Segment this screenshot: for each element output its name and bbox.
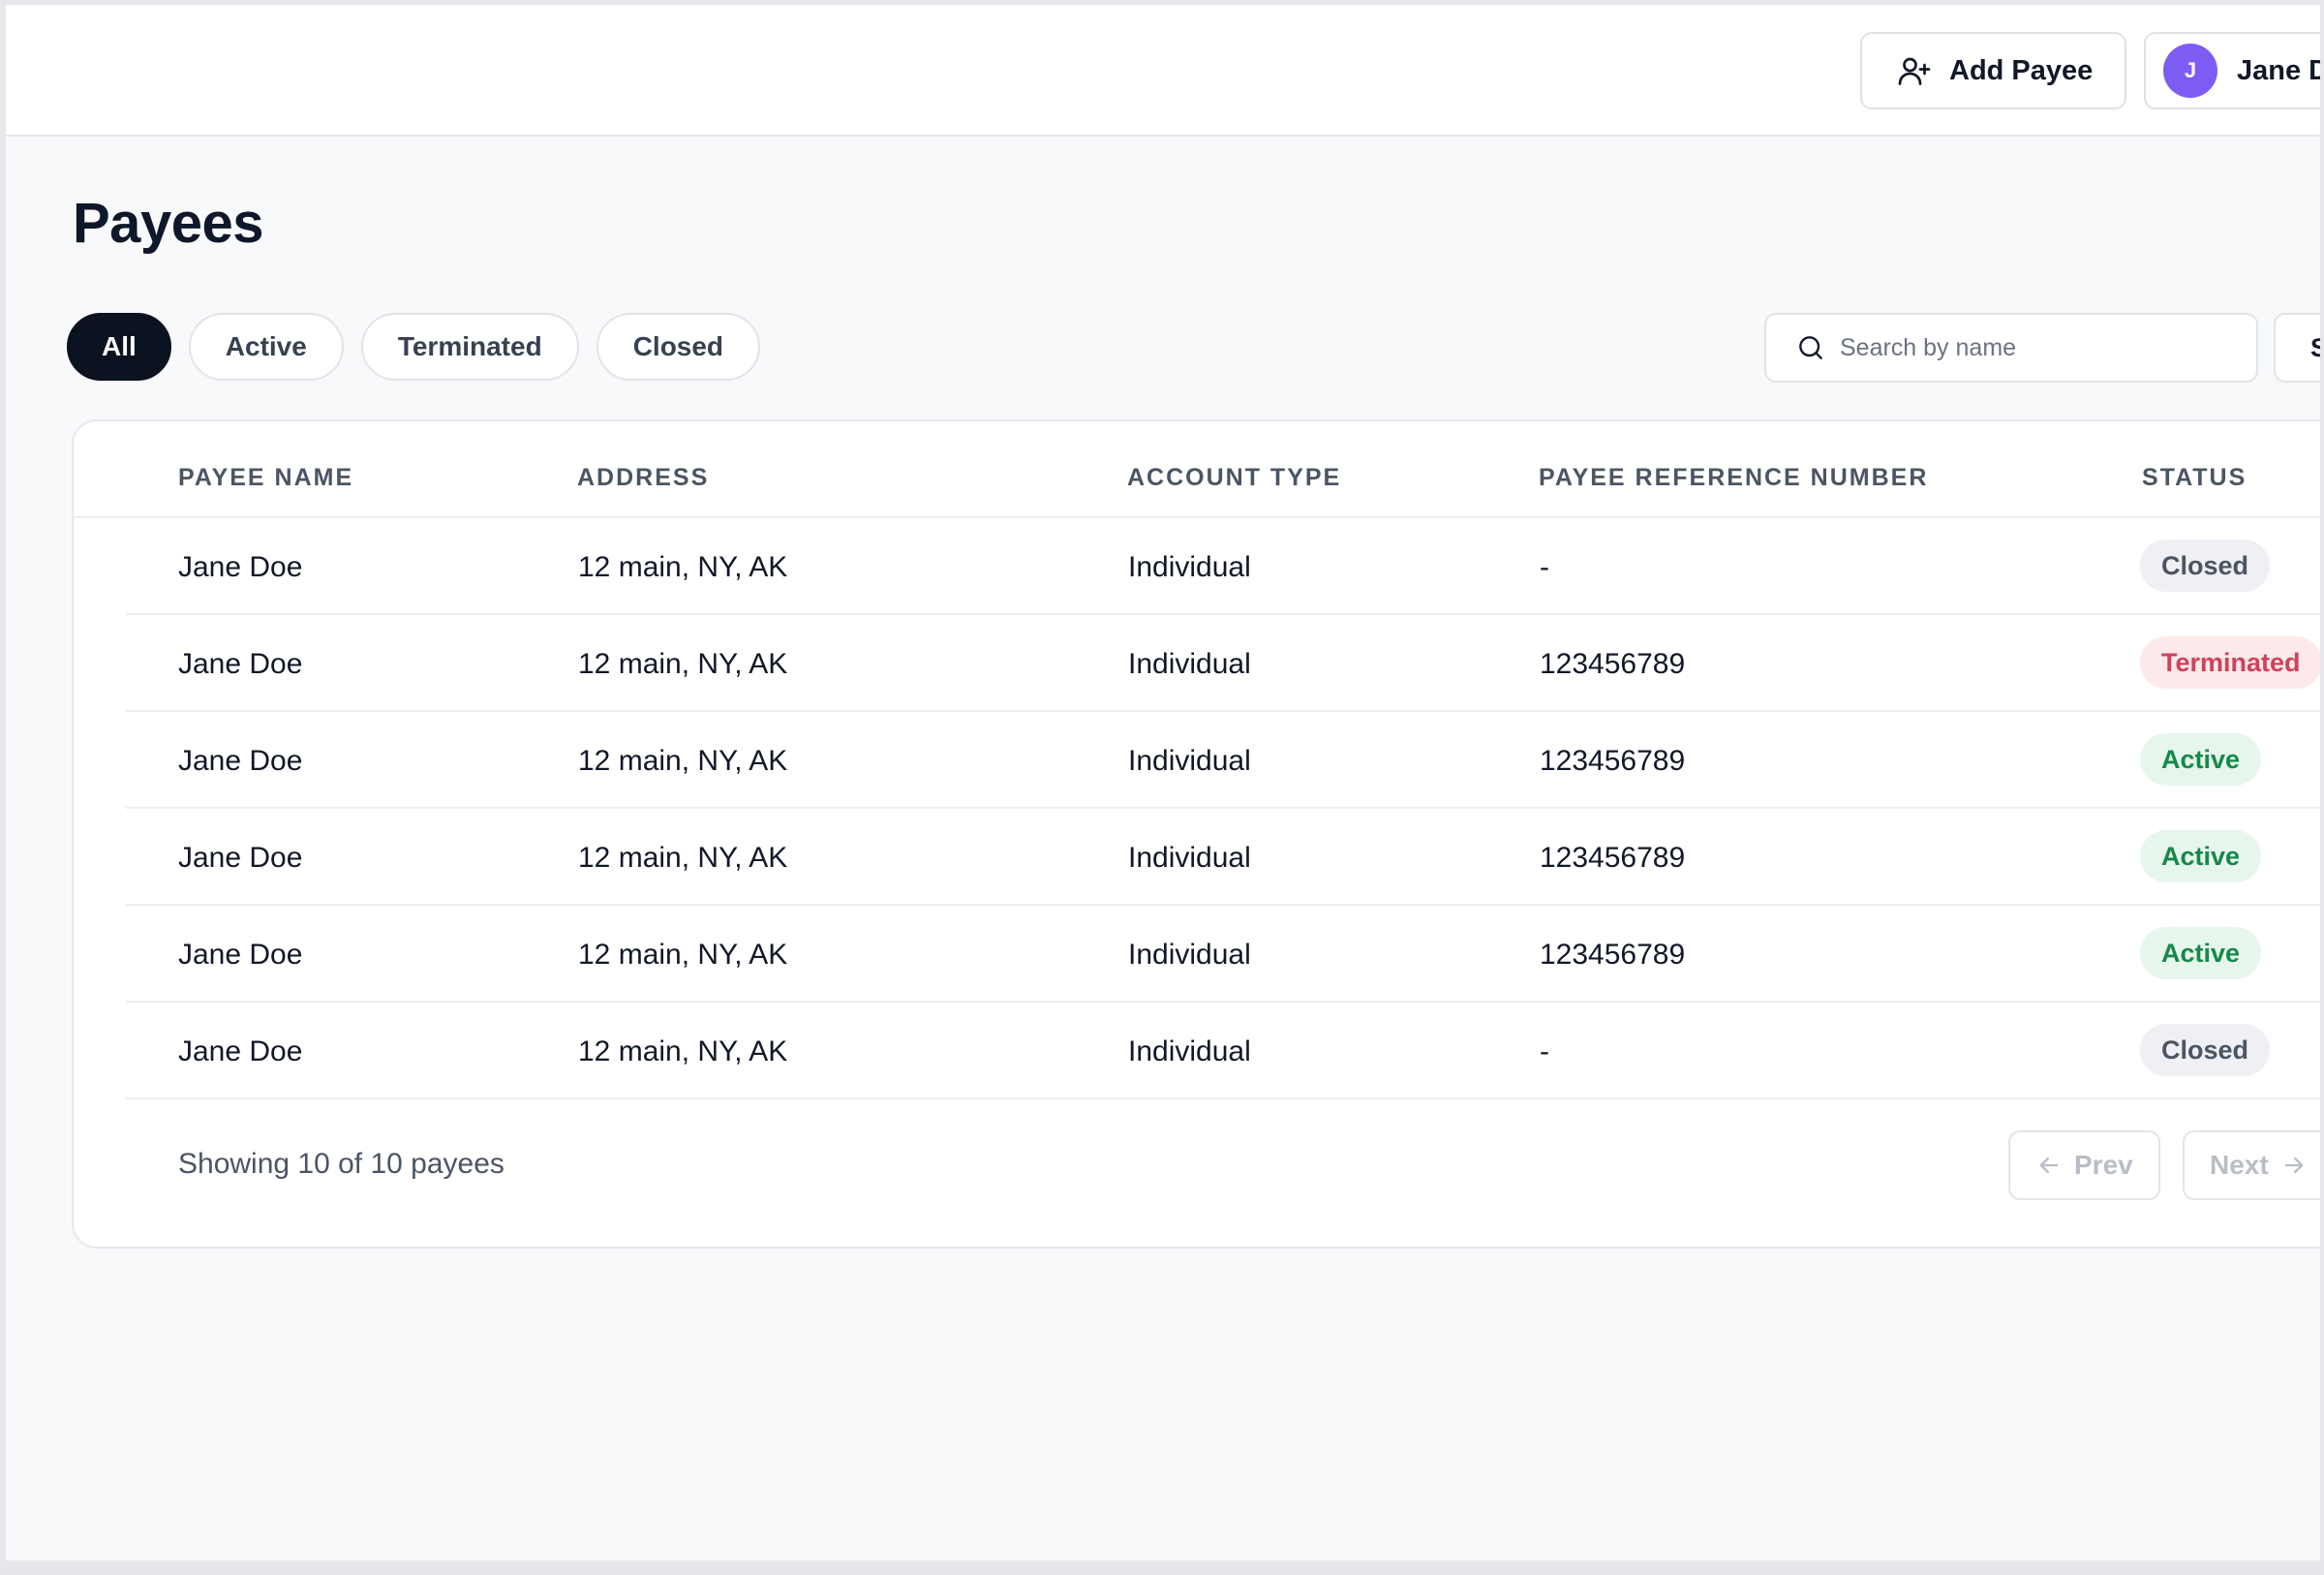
search-box[interactable] bbox=[1764, 313, 2258, 383]
user-menu-button[interactable]: J Jane Doe bbox=[2144, 32, 2320, 109]
cell-reference-number: 123456789 bbox=[1540, 939, 1686, 971]
cell-reference-number: - bbox=[1540, 551, 1549, 583]
cell-payee-name: Jane Doe bbox=[178, 648, 303, 680]
table-row[interactable]: Jane Doe 12 main, NY, AK Individual - Cl… bbox=[126, 1003, 2320, 1099]
user-name: Jane Doe bbox=[2237, 54, 2320, 86]
app-window: Add Payee J Jane Doe Payees All Active T… bbox=[5, 5, 2320, 1560]
status-badge: Active bbox=[2140, 733, 2262, 786]
pagination-summary: Showing 10 of 10 payees bbox=[178, 1148, 505, 1180]
cell-account-type: Individual bbox=[1128, 551, 1251, 583]
search-input[interactable] bbox=[1838, 332, 2248, 363]
arrow-right-icon bbox=[2284, 1157, 2304, 1174]
table-row[interactable]: Jane Doe 12 main, NY, AK Individual 1234… bbox=[126, 712, 2320, 809]
status-filter-tabs: All Active Terminated Closed bbox=[67, 313, 761, 381]
user-plus-icon bbox=[1898, 57, 1931, 85]
table-header: PAYEE NAME ADDRESS ACCOUNT TYPE PAYEE RE… bbox=[74, 421, 2320, 518]
filter-tab-all[interactable]: All bbox=[67, 313, 171, 381]
cell-payee-name: Jane Doe bbox=[178, 1035, 303, 1067]
status-badge: Active bbox=[2140, 830, 2262, 882]
cell-account-type: Individual bbox=[1128, 1035, 1251, 1067]
cell-address: 12 main, NY, AK bbox=[578, 842, 788, 874]
filter-tab-terminated[interactable]: Terminated bbox=[360, 313, 579, 381]
status-badge: Closed bbox=[2140, 1024, 2271, 1076]
table-row[interactable]: Jane Doe 12 main, NY, AK Individual - Cl… bbox=[126, 518, 2320, 615]
cell-reference-number: 123456789 bbox=[1540, 842, 1686, 874]
cell-reference-number: 123456789 bbox=[1540, 648, 1686, 680]
cell-address: 12 main, NY, AK bbox=[578, 1035, 788, 1067]
avatar: J bbox=[2163, 44, 2217, 98]
cell-payee-name: Jane Doe bbox=[178, 939, 303, 971]
status-badge: Terminated bbox=[2140, 636, 2320, 689]
sort-button[interactable]: Sort bbox=[2274, 313, 2320, 383]
column-header-status[interactable]: STATUS bbox=[2142, 464, 2247, 492]
cell-payee-name: Jane Doe bbox=[178, 745, 303, 777]
cell-account-type: Individual bbox=[1128, 745, 1251, 777]
status-badge: Closed bbox=[2140, 540, 2271, 592]
add-payee-label: Add Payee bbox=[1949, 54, 2094, 86]
column-header-payee-name[interactable]: PAYEE NAME bbox=[178, 464, 353, 492]
table-row[interactable]: Jane Doe 12 main, NY, AK Individual 1234… bbox=[126, 809, 2320, 906]
next-label: Next bbox=[2210, 1150, 2269, 1180]
cell-account-type: Individual bbox=[1128, 648, 1251, 680]
cell-address: 12 main, NY, AK bbox=[578, 745, 788, 777]
table-row[interactable]: Jane Doe 12 main, NY, AK Individual 1234… bbox=[126, 615, 2320, 712]
status-badge: Active bbox=[2140, 927, 2262, 979]
cell-account-type: Individual bbox=[1128, 939, 1251, 971]
cell-reference-number: - bbox=[1540, 1035, 1549, 1067]
cell-payee-name: Jane Doe bbox=[178, 551, 303, 583]
prev-page-button[interactable]: Prev bbox=[2008, 1130, 2160, 1200]
filter-tab-closed[interactable]: Closed bbox=[596, 313, 761, 381]
top-bar: Add Payee J Jane Doe bbox=[6, 5, 2320, 137]
add-payee-button[interactable]: Add Payee bbox=[1860, 32, 2126, 109]
cell-address: 12 main, NY, AK bbox=[578, 648, 788, 680]
column-header-account-type[interactable]: ACCOUNT TYPE bbox=[1127, 464, 1341, 492]
page-title: Payees bbox=[73, 192, 263, 255]
column-header-address[interactable]: ADDRESS bbox=[577, 464, 709, 492]
next-page-button[interactable]: Next bbox=[2183, 1130, 2320, 1200]
search-icon bbox=[1799, 336, 1822, 359]
arrow-left-icon bbox=[2039, 1157, 2059, 1174]
cell-address: 12 main, NY, AK bbox=[578, 939, 788, 971]
cell-payee-name: Jane Doe bbox=[178, 842, 303, 874]
cell-address: 12 main, NY, AK bbox=[578, 551, 788, 583]
filter-tab-active[interactable]: Active bbox=[188, 313, 344, 381]
payees-table-card: PAYEE NAME ADDRESS ACCOUNT TYPE PAYEE RE… bbox=[72, 419, 2320, 1249]
prev-label: Prev bbox=[2074, 1150, 2133, 1180]
table-row[interactable]: Jane Doe 12 main, NY, AK Individual 1234… bbox=[126, 906, 2320, 1003]
cell-account-type: Individual bbox=[1128, 842, 1251, 874]
column-header-reference-number[interactable]: PAYEE REFERENCE NUMBER bbox=[1539, 464, 1928, 492]
cell-reference-number: 123456789 bbox=[1540, 745, 1686, 777]
